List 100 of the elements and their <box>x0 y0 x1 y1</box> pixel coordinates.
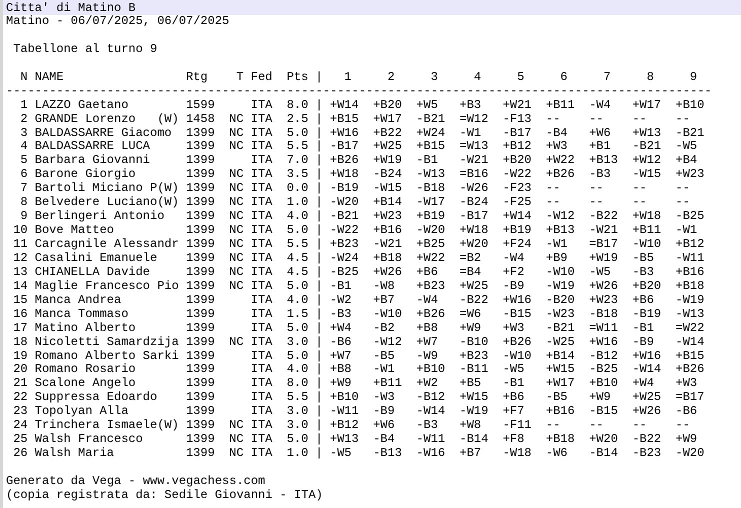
player-number: 7 <box>19 182 28 196</box>
round-result: +B23 <box>416 280 446 294</box>
round-result: +B18 <box>676 280 706 294</box>
round-result: -B12 <box>416 391 446 406</box>
rating: 1399 <box>186 196 215 210</box>
player-name: Maglie Francesco Pio <box>34 280 179 294</box>
round-result: +B10 <box>589 377 619 392</box>
title-code: NC <box>229 112 244 126</box>
round-result: =B17 <box>589 238 619 252</box>
round-result: +W22 <box>416 252 446 266</box>
player-name: Romano Alberto Sarki <box>34 350 179 363</box>
document-title: Citta' di Matino B <box>6 1 136 15</box>
federation: ITA <box>250 168 272 182</box>
points: 5.0 <box>286 224 308 238</box>
round-result: -W12 <box>546 210 576 224</box>
column-separator: | <box>316 182 323 196</box>
round-result: -F25 <box>502 196 533 210</box>
round-result: +W6 <box>373 419 396 434</box>
title-code: NC <box>229 238 244 252</box>
round-result: +F8 <box>502 433 526 448</box>
round-result: +W12 <box>632 154 662 168</box>
federation: ITA <box>250 224 272 238</box>
player-number: 6 <box>19 168 28 182</box>
points: 5.5 <box>286 391 308 406</box>
rating: 1399 <box>186 224 215 238</box>
round-result: -W10 <box>546 266 576 280</box>
round-header: 5 <box>516 70 526 85</box>
column-separator: | <box>316 280 323 294</box>
player-number: 12 <box>12 252 28 266</box>
points: 1.0 <box>286 447 308 461</box>
round-result: +B18 <box>546 433 576 448</box>
round-result: +B15 <box>330 112 360 126</box>
round-result: +B6 <box>502 391 526 406</box>
round-result: +W25 <box>632 391 662 406</box>
round-header: 8 <box>646 70 655 85</box>
round-result: +B7 <box>460 447 482 461</box>
round-result: -- <box>676 419 691 434</box>
federation: ITA <box>250 308 272 322</box>
round-result: -W10 <box>502 350 533 364</box>
round-result: -W5 <box>676 140 698 154</box>
round-result: -B18 <box>589 308 619 322</box>
round-result: -B15 <box>502 308 533 322</box>
column-separator: | <box>316 433 323 447</box>
round-result: -- <box>632 419 648 434</box>
table-heading: Tabellone al turno 9 <box>13 42 158 57</box>
round-result: +W8 <box>460 419 482 434</box>
points: 3.5 <box>286 168 308 182</box>
federation: ITA <box>250 210 272 224</box>
round-result: -B6 <box>330 336 352 350</box>
round-result: -W22 <box>502 168 533 182</box>
round-result: +B4 <box>676 154 698 168</box>
round-result: -B21 <box>632 140 662 154</box>
rating: 1399 <box>186 154 215 168</box>
round-result: -B12 <box>589 350 619 364</box>
round-result: +F7 <box>502 405 526 420</box>
round-result: +W19 <box>589 252 619 266</box>
round-result: -W5 <box>589 266 612 280</box>
title-code: NC <box>229 266 244 280</box>
round-result: -B22 <box>589 210 619 224</box>
round-result: -B1 <box>416 154 439 168</box>
player-name: Walsh Francesco <box>34 433 144 447</box>
title-code: NC <box>229 280 244 294</box>
round-result: +W24 <box>416 126 446 140</box>
rating: 1399 <box>186 266 215 280</box>
column-separator: | <box>316 266 323 280</box>
column-header: T <box>235 70 244 85</box>
round-result: +W20 <box>460 238 490 252</box>
federation: ITA <box>250 391 272 406</box>
round-result: -- <box>676 182 691 196</box>
rating: 1399 <box>186 168 215 182</box>
title-code: NC <box>229 210 244 224</box>
player-number: 23 <box>12 405 28 420</box>
federation: ITA <box>250 405 272 420</box>
round-result: -W5 <box>502 363 526 378</box>
round-result: -W2 <box>330 294 352 308</box>
round-result: -W3 <box>373 391 396 406</box>
title-code: NC <box>229 447 244 461</box>
points: 3.0 <box>286 336 308 350</box>
round-result: -W12 <box>373 336 403 350</box>
round-result: -W1 <box>373 363 396 378</box>
rating: 1399 <box>186 363 215 378</box>
round-result: -W18 <box>502 447 533 461</box>
points: 3.0 <box>286 405 308 420</box>
round-result: +W15 <box>546 363 576 378</box>
round-result: -B4 <box>546 126 569 140</box>
round-result: +B15 <box>416 140 446 154</box>
player-number: 24 <box>12 419 28 434</box>
round-result: +B8 <box>330 363 352 378</box>
player-number: 11 <box>12 238 28 252</box>
round-result: -B22 <box>460 294 490 308</box>
federation: ITA <box>250 154 272 168</box>
column-separator: | <box>316 112 323 126</box>
round-result: -- <box>632 182 648 196</box>
points: 4.5 <box>286 252 308 266</box>
round-result: =B16 <box>460 168 490 182</box>
round-result: +W5 <box>416 98 439 113</box>
round-result: -B17 <box>460 210 490 224</box>
round-result: +B26 <box>330 154 360 168</box>
round-result: -B18 <box>416 182 446 196</box>
round-header: 2 <box>386 70 396 85</box>
